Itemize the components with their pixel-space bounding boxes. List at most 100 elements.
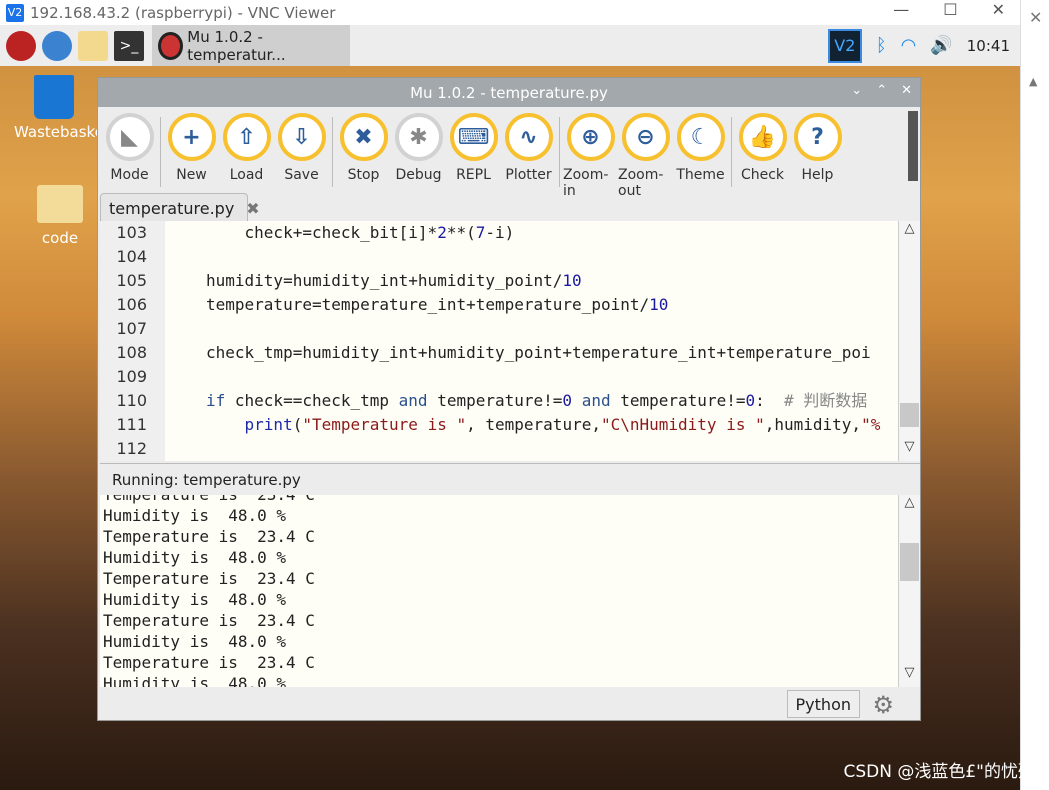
code-text: if check==check_tmp and temperature!=0 a… (206, 389, 867, 413)
toolbar: ◣ Mode + New ⇧ Load ⇩ Save ✖ Stop ✱ Debug ⌨ REPL ∿ Plot… (98, 107, 920, 199)
line-number: 104 (116, 247, 147, 266)
line-number: 108 (116, 343, 147, 362)
desktop-item-label: code (41, 229, 79, 247)
code-token: check+=check_bit[i]* (244, 223, 438, 242)
mode-button[interactable]: ◣ Mode (102, 113, 157, 183)
taskbar-item-label: Mu 1.0.2 - temperatur... (187, 27, 286, 64)
file-manager-icon[interactable] (78, 30, 108, 61)
vnc-icon[interactable]: V2 (827, 28, 862, 63)
desktop-item-label: Wastebasket (14, 123, 110, 141)
close-icon[interactable]: ✕ (1029, 8, 1042, 27)
mu-icon (158, 31, 184, 60)
volume-icon[interactable]: 🔊 (930, 35, 952, 56)
editor-scrollbar[interactable]: △ ▽ (898, 221, 920, 461)
code-token: check_tmp=humidity_int+humidity_point+te… (206, 343, 871, 362)
browser-icon[interactable] (42, 30, 72, 61)
tool-label: Stop (347, 167, 380, 183)
code-token: 0 (745, 391, 756, 410)
toolbar-scrollbar[interactable] (908, 111, 918, 181)
help-icon: ? (793, 113, 842, 161)
minimize-button[interactable]: ⌄ (851, 83, 862, 98)
code-line: 108 check_tmp=humidity_int+humidity_point… (100, 341, 895, 365)
close-button[interactable]: ✕ (992, 0, 1005, 19)
line-number: 107 (116, 319, 147, 338)
new-button[interactable]: + New (164, 113, 219, 183)
code-token: "% (861, 415, 881, 434)
code-editor[interactable]: △ ▽ 103 check+=check_bit[i]*2**(7-i) 104 1… (100, 221, 920, 461)
scrollbar-thumb[interactable] (900, 403, 919, 427)
code-token: temperature!= (610, 391, 746, 410)
zoom-in-button[interactable]: ⊕ Zoom-in (563, 113, 618, 199)
output-line: Temperature is 23.4 C (103, 653, 315, 672)
code-token: 7 (475, 223, 486, 242)
scroll-up-icon[interactable]: △ (899, 221, 920, 243)
help-button[interactable]: ? Help (790, 113, 845, 183)
code-text: check+=check_bit[i]*2**(7-i) (206, 221, 515, 245)
scroll-down-icon[interactable]: ▽ (899, 665, 920, 687)
output-scrollbar[interactable]: △ ▽ (898, 495, 920, 687)
code-token: humidity=humidity_int+humidity_point/ (206, 271, 563, 290)
zoom-out-button[interactable]: ⊖ Zoom-out (618, 113, 673, 199)
tab-temperature-py[interactable]: temperature.py ✖ (100, 193, 260, 222)
check-button[interactable]: 👍 Check (735, 113, 790, 183)
theme-button[interactable]: ☾ Theme (673, 113, 728, 183)
raspberry-menu-icon[interactable] (6, 30, 36, 61)
plotter-icon: ∿ (504, 113, 553, 161)
scrollbar-thumb[interactable] (900, 543, 919, 581)
zoom-in-icon: ⊕ (566, 113, 615, 161)
desktop-item-wastebasket[interactable]: Wastebasket (14, 75, 110, 141)
plotter-button[interactable]: ∿ Plotter (501, 113, 556, 183)
code-token: "C\nHumidity is " (600, 415, 765, 434)
code-line: 106 temperature=temperature_int+temperatu… (100, 293, 895, 317)
window-title: Mu 1.0.2 - temperature.py (410, 83, 608, 102)
code-token: and (398, 391, 428, 410)
maximize-button[interactable]: ☐ (943, 0, 957, 19)
repl-button[interactable]: ⌨ REPL (446, 113, 501, 183)
zoom-out-icon: ⊖ (621, 113, 670, 161)
bluetooth-icon[interactable]: ᛒ (876, 35, 887, 56)
line-number: 103 (116, 223, 147, 242)
code-token: "Temperature is " (302, 415, 467, 434)
maximize-button[interactable]: ⌃ (876, 83, 887, 98)
code-token: temperature=temperature_int+temperature_… (206, 295, 650, 314)
tool-label: Debug (395, 167, 442, 183)
output-pane[interactable]: △ ▽ Temperature is 23.4 C Humidity is 48.… (100, 495, 920, 687)
theme-icon: ☾ (676, 113, 725, 161)
code-token: 10 (649, 295, 669, 314)
clock: 10:41 (966, 36, 1010, 55)
scroll-down-icon[interactable]: ▽ (899, 439, 920, 461)
code-token: check==check_tmp (225, 391, 399, 410)
close-tab-icon[interactable]: ✖ (246, 199, 259, 218)
terminal-icon[interactable]: >_ (114, 30, 144, 61)
code-token: : (755, 391, 785, 410)
code-token: ( (292, 415, 303, 434)
save-button[interactable]: ⇩ Save (274, 113, 329, 183)
load-button[interactable]: ⇧ Load (219, 113, 274, 183)
output-line: Temperature is 23.4 C (103, 569, 315, 588)
minimize-button[interactable]: — (893, 0, 909, 19)
code-line: 112 (100, 437, 895, 461)
watermark: CSDN @浅蓝色£"的忧殇 (843, 762, 1035, 782)
code-line: 110 if check==check_tmp and temperature!=… (100, 389, 895, 413)
tool-label: REPL (456, 167, 491, 183)
mode-button[interactable]: Python (786, 690, 860, 718)
new-icon: + (167, 113, 216, 161)
line-number: 112 (116, 439, 147, 458)
debug-button[interactable]: ✱ Debug (391, 113, 446, 183)
chevron-up-icon[interactable]: ▲ (1029, 75, 1037, 88)
stop-button[interactable]: ✖ Stop (336, 113, 391, 183)
output-line: Humidity is 48.0 % (103, 590, 287, 609)
tab-label: temperature.py (109, 198, 235, 218)
scroll-up-icon[interactable]: △ (899, 495, 920, 517)
taskbar-item-mu[interactable]: Mu 1.0.2 - temperatur... (152, 25, 350, 66)
tool-label: Mode (110, 167, 149, 183)
wifi-icon[interactable]: ◠ (901, 35, 917, 56)
check-icon: 👍 (738, 113, 787, 161)
close-button[interactable]: ✕ (901, 83, 912, 98)
code-token: and (581, 391, 611, 410)
output-line: Temperature is 23.4 C (103, 611, 315, 630)
desktop-item-code[interactable]: code (30, 185, 90, 247)
gear-icon[interactable]: ⚙ (872, 691, 894, 719)
